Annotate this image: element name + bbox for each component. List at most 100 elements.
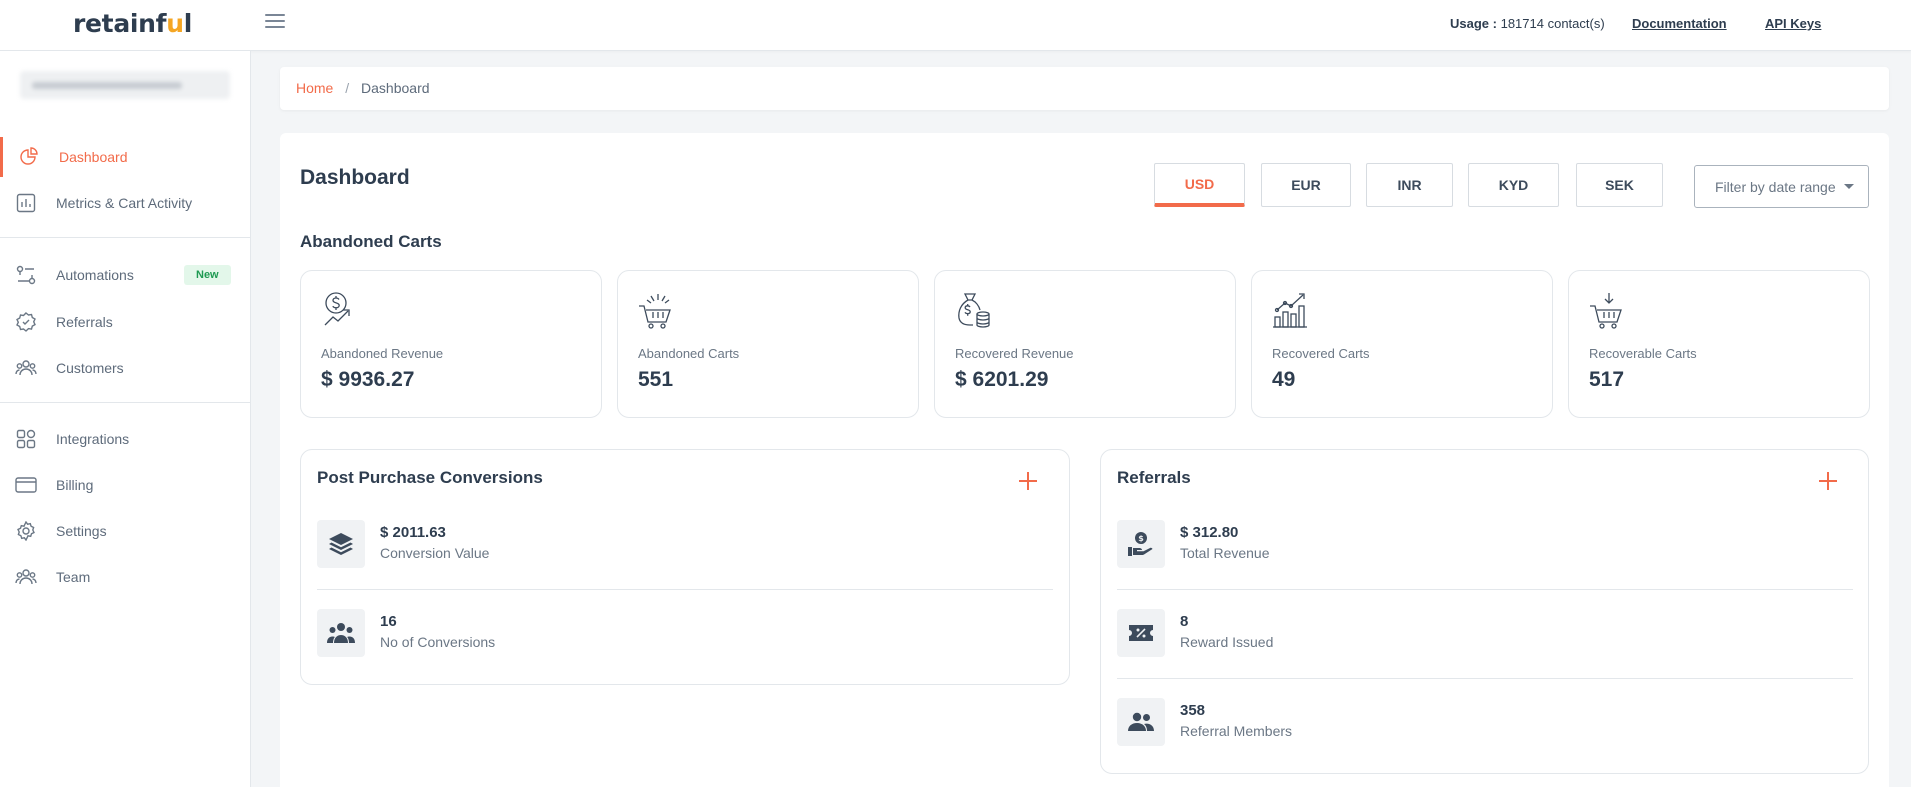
currency-tab-usd[interactable]: USD [1154,163,1245,207]
add-plus-icon[interactable] [1817,470,1839,492]
growth-chart-icon [1272,291,1308,329]
documentation-link[interactable]: Documentation [1632,16,1727,31]
referral-total-revenue: $ 312.80 [1180,524,1239,541]
team-icon [15,566,37,588]
currency-tab-eur[interactable]: EUR [1261,163,1351,207]
brand-name-main: retainf [73,9,167,38]
dashboard-panel: Dashboard USD EUR INR KYD SEK Filter by … [280,133,1889,787]
conversion-value: $ 2011.63 [380,524,446,541]
usage-value: 181714 contact(s) [1500,16,1605,31]
list-item: $ 2011.63 Conversion Value [317,518,1053,574]
page-title: Dashboard [300,166,410,189]
row-divider [1117,589,1853,590]
api-keys-link[interactable]: API Keys [1765,16,1821,31]
stat-card-recovered-revenue: Recovered Revenue $ 6201.29 [934,270,1236,418]
stat-card-abandoned-revenue: Abandoned Revenue $ 9936.27 [300,270,602,418]
sidebar-item-label: Metrics & Cart Activity [56,195,193,211]
stat-label: Recovered Revenue [955,346,1074,361]
stat-label: Abandoned Revenue [321,346,444,361]
sidebar-item-billing[interactable]: Billing [0,465,251,505]
stat-label: Recovered Carts [1272,346,1370,361]
sidebar-item-label: Automations [56,267,134,283]
rewards-issued-label: Reward Issued [1180,634,1274,650]
list-item: $ $ 312.80 Total Revenue [1117,518,1853,574]
sidebar-item-dashboard[interactable]: Dashboard [0,137,251,177]
sidebar-item-integrations[interactable]: Integrations [0,419,251,459]
sidebar-item-label: Referrals [56,314,113,330]
topbar: retainful Usage : 181714 contact(s) Docu… [0,0,1911,51]
referrals-title: Referrals [1117,468,1191,487]
cart-download-icon [1589,291,1625,329]
section-title-abandoned-carts: Abandoned Carts [300,232,442,251]
sidebar-item-label: Team [56,569,91,585]
stat-value: 517 [1589,368,1625,391]
conversions-count-label: No of Conversions [380,634,496,650]
menu-toggle-icon[interactable] [265,14,285,32]
rewards-issued-count: 8 [1180,613,1189,630]
caret-down-icon [1843,184,1854,189]
layers-icon [317,520,365,568]
post-purchase-conversions-card: Post Purchase Conversions $ 2011.63 Conv… [300,449,1070,685]
list-item: 8 Reward Issued [1117,607,1853,663]
date-range-filter-label: Filter by date range [1715,178,1836,195]
currency-tab-inr[interactable]: INR [1366,163,1453,207]
sidebar-item-label: Billing [56,477,94,493]
sidebar-item-automations[interactable]: Automations New [0,255,251,295]
gear-icon [15,520,37,542]
referral-members-label: Referral Members [1180,723,1293,739]
sidebar-item-label: Settings [56,523,107,539]
brand-name-accent: u [166,9,184,38]
list-item: 16 No of Conversions [317,607,1053,663]
breadcrumb-current: Dashboard [361,80,430,96]
customers-icon [15,357,37,379]
currency-tab-sek[interactable]: SEK [1576,163,1663,207]
referral-members-count: 358 [1180,702,1206,719]
sidebar-divider [0,237,251,238]
brand-name-tail: l [183,9,193,38]
sidebar-item-referrals[interactable]: Referrals [0,302,251,342]
sidebar-item-metrics[interactable]: Metrics & Cart Activity [0,183,251,223]
sidebar-item-customers[interactable]: Customers [0,348,251,388]
stat-card-abandoned-carts: Abandoned Carts 551 [617,270,919,418]
breadcrumb-home-link[interactable]: Home [296,80,333,96]
date-range-filter[interactable]: Filter by date range [1694,165,1869,208]
stat-card-recoverable-carts: Recoverable Carts 517 [1568,270,1870,418]
pie-chart-icon [18,146,40,168]
svg-text:$: $ [1138,534,1144,543]
conversions-count: 16 [380,613,397,630]
new-badge: New [184,265,231,285]
users-group-icon [317,609,365,657]
sidebar-item-settings[interactable]: Settings [0,511,251,551]
breadcrumb-separator: / [345,80,350,96]
usage-label: Usage : [1450,16,1497,31]
automations-icon [15,264,37,286]
currency-tab-kyd[interactable]: KYD [1468,163,1559,207]
cart-sparkle-icon [638,291,674,329]
sidebar-item-label: Integrations [56,431,130,447]
referrals-card: Referrals $ $ 312.80 Total Revenue 8 Rew… [1100,449,1869,774]
coupon-icon [1117,609,1165,657]
list-item: 358 Referral Members [1117,696,1853,752]
post-purchase-title: Post Purchase Conversions [317,468,543,487]
store-selector[interactable] [20,71,230,99]
sidebar: Dashboard Metrics & Cart Activity Automa… [0,51,251,787]
stat-value: 49 [1272,368,1296,391]
stat-card-recovered-carts: Recovered Carts 49 [1251,270,1553,418]
row-divider [317,589,1053,590]
badge-icon [15,311,37,333]
brand-logo[interactable]: retainful [73,9,192,38]
stat-label: Abandoned Carts [638,346,740,361]
referral-total-revenue-label: Total Revenue [1180,545,1270,561]
sidebar-item-label: Customers [56,360,124,376]
money-bag-icon [955,291,991,329]
sidebar-divider [0,402,251,403]
hand-coin-icon: $ [1117,520,1165,568]
grid-icon [15,428,37,450]
sidebar-item-team[interactable]: Team [0,557,251,597]
stat-value: 551 [638,368,674,391]
bar-chart-icon [15,192,37,214]
stat-value: $ 6201.29 [955,368,1049,391]
add-plus-icon[interactable] [1017,470,1039,492]
stat-value: $ 9936.27 [321,368,415,391]
sidebar-item-label: Dashboard [59,149,128,165]
